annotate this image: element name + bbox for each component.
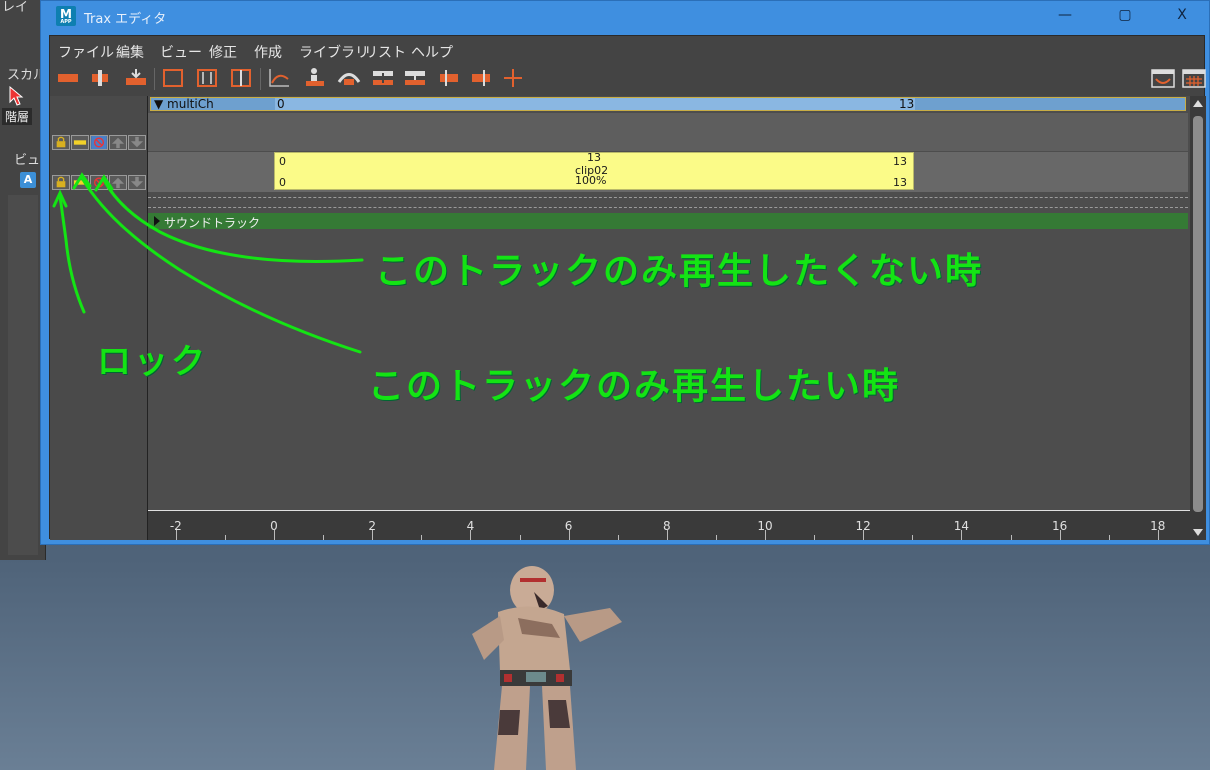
annotation-solo: このトラックのみ再生したい時 — [368, 366, 901, 407]
character-model — [472, 566, 622, 770]
annotation-lock: ロック — [97, 342, 208, 382]
annotation-mute: このトラックのみ再生したくない時 — [375, 251, 984, 292]
